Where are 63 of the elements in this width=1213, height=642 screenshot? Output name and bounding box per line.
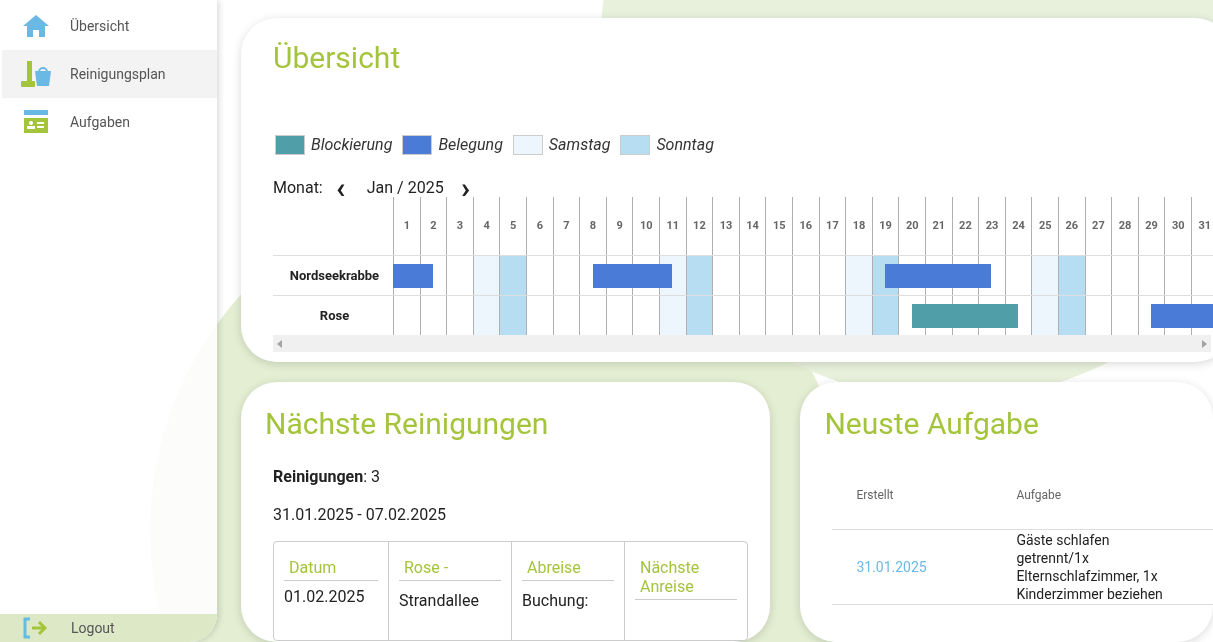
day-number: 9 xyxy=(616,217,623,234)
day-number: 25 xyxy=(1038,217,1052,234)
day-number: 7 xyxy=(563,217,570,234)
card-title: Nächste Reinigungen xyxy=(265,405,550,443)
day-number: 21 xyxy=(932,217,946,234)
legend-label: Belegung xyxy=(438,134,503,156)
cleaning-icon xyxy=(19,59,53,89)
scroll-left-icon[interactable] xyxy=(277,339,282,348)
column-header: Aufgabe xyxy=(1015,487,1063,504)
table-cell-text: Strandallee xyxy=(399,590,480,612)
card-title: Neuste Aufgabe xyxy=(824,405,1040,443)
logout-link[interactable]: Logout xyxy=(71,617,115,639)
day-number: 24 xyxy=(1012,217,1025,234)
day-number: 31 xyxy=(1198,217,1212,234)
month-value: Jan / 2025 xyxy=(366,177,444,199)
legend-label: Sonntag xyxy=(656,134,714,156)
day-number: 29 xyxy=(1145,217,1158,234)
blocking-bar[interactable] xyxy=(911,304,1019,328)
day-number: 5 xyxy=(510,217,517,234)
day-number: 6 xyxy=(536,217,543,234)
cleaning-count: Reinigungen: 3 xyxy=(273,466,381,488)
resource-name: Nordseekrabbe xyxy=(288,266,381,285)
day-number: 23 xyxy=(985,217,999,234)
table-cell-text: 01.02.2025 xyxy=(284,586,366,608)
day-number: 18 xyxy=(852,217,866,234)
day-number: 12 xyxy=(693,217,706,234)
day-number: 10 xyxy=(639,217,653,234)
scroll-right-icon[interactable] xyxy=(1202,339,1207,348)
booking-bar[interactable] xyxy=(592,264,673,288)
sidebar-item[interactable]: Reinigungsplan xyxy=(2,50,217,98)
day-number: 11 xyxy=(666,217,680,234)
day-number: 8 xyxy=(589,217,597,234)
day-number: 17 xyxy=(826,217,839,234)
legend-label: Blockierung xyxy=(311,134,393,156)
task-card-icon xyxy=(24,110,48,134)
day-number: 15 xyxy=(772,217,786,234)
day-number: 20 xyxy=(905,217,919,234)
day-number: 27 xyxy=(1092,217,1105,234)
house-icon xyxy=(22,14,50,38)
table-cell-text: Buchung: xyxy=(522,590,590,612)
previous-month-button[interactable]: ‹ xyxy=(330,175,351,201)
day-number: 26 xyxy=(1065,217,1079,234)
day-number: 3 xyxy=(456,217,464,234)
legend-label: Samstag xyxy=(548,134,611,156)
day-number: 2 xyxy=(430,217,437,234)
day-number: 13 xyxy=(719,217,733,234)
month-label: Monat: xyxy=(273,177,323,199)
logout-icon xyxy=(22,617,48,639)
resource-name: Rose xyxy=(318,306,351,325)
day-number: 30 xyxy=(1171,217,1185,234)
day-number: 22 xyxy=(959,217,972,234)
day-number: 28 xyxy=(1118,217,1132,234)
date-range: 31.01.2025 - 07.02.2025 xyxy=(273,504,448,526)
day-number: 14 xyxy=(746,217,759,234)
day-number: 4 xyxy=(483,217,490,234)
card-title: Übersicht xyxy=(273,40,402,76)
day-number: 19 xyxy=(879,217,892,234)
day-number: 1 xyxy=(403,217,410,234)
day-number: 16 xyxy=(799,217,813,234)
column-header: Erstellt xyxy=(855,487,895,504)
task-text: Gäste schlafen getrennt/1x Elternschlafzimmer, 1x Kinderzimmer beziehen xyxy=(1015,531,1164,603)
horizontal-scrollbar[interactable] xyxy=(273,335,1211,352)
next-month-button[interactable]: › xyxy=(455,175,476,201)
